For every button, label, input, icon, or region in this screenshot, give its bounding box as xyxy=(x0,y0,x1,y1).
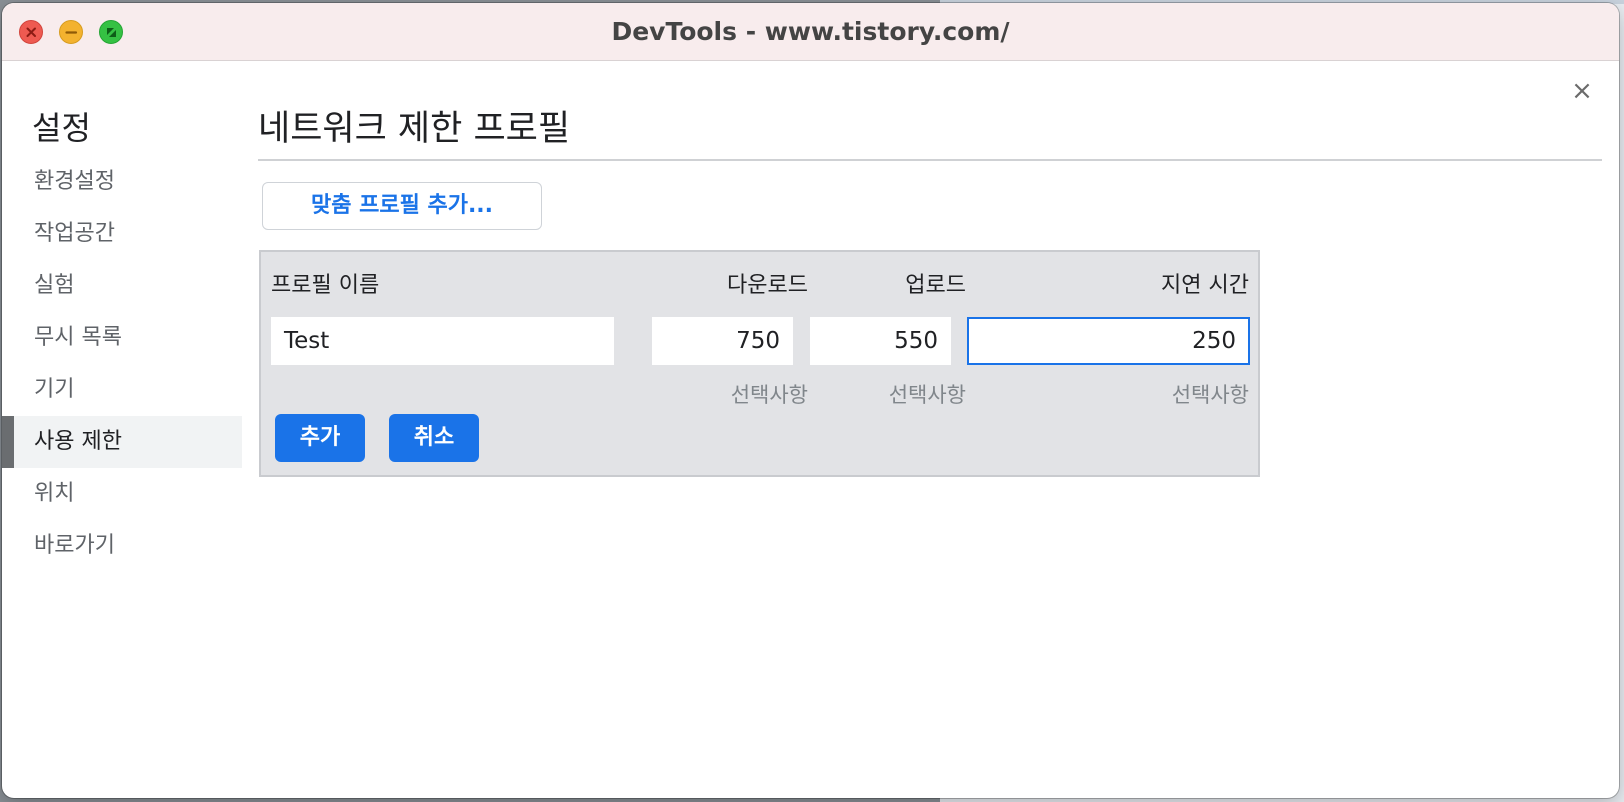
sidebar-item-ignore-list[interactable]: 무시 목록 xyxy=(2,312,242,364)
sidebar-item-preferences[interactable]: 환경설정 xyxy=(2,156,242,208)
upload-optional-hint: 선택사항 xyxy=(888,383,966,407)
sidebar-item-locations[interactable]: 위치 xyxy=(2,468,242,520)
header-profile-name: 프로필 이름 xyxy=(271,273,380,298)
sidebar-item-shortcuts[interactable]: 바로가기 xyxy=(2,520,242,572)
header-upload: 업로드 xyxy=(905,273,966,298)
latency-optional-hint: 선택사항 xyxy=(1171,383,1249,407)
sidebar-item-devices[interactable]: 기기 xyxy=(2,364,242,416)
header-latency: 지연 시간 xyxy=(1161,273,1249,298)
settings-window: DevTools - www.tistory.com/ × 설정 환경설정 작업… xyxy=(2,3,1619,798)
page-title: 네트워크 제한 프로필 xyxy=(258,109,571,149)
profile-editor: 프로필 이름 다운로드 업로드 지연 시간 Test 750 550 250 선… xyxy=(259,250,1260,477)
title-divider xyxy=(258,159,1602,161)
sidebar-item-workspace[interactable]: 작업공간 xyxy=(2,208,242,260)
add-custom-profile-button[interactable]: 맞춤 프로필 추가... xyxy=(262,182,542,230)
upload-input[interactable]: 550 xyxy=(810,317,951,365)
header-download: 다운로드 xyxy=(727,273,808,298)
cancel-button[interactable]: 취소 xyxy=(389,414,479,462)
sidebar-item-experiments[interactable]: 실험 xyxy=(2,260,242,312)
sidebar-title: 설정 xyxy=(32,109,91,147)
profile-name-input[interactable]: Test xyxy=(271,317,614,365)
sidebar-item-throttling[interactable]: 사용 제한 xyxy=(2,416,242,468)
add-button[interactable]: 추가 xyxy=(275,414,365,462)
download-optional-hint: 선택사항 xyxy=(730,383,808,407)
close-settings-icon[interactable]: × xyxy=(1570,78,1594,104)
download-input[interactable]: 750 xyxy=(652,317,793,365)
title-bar: DevTools - www.tistory.com/ xyxy=(2,3,1619,61)
window-title: DevTools - www.tistory.com/ xyxy=(611,17,1010,46)
settings-sidebar: 환경설정 작업공간 실험 무시 목록 기기 사용 제한 위치 바로가기 xyxy=(2,156,242,572)
latency-input[interactable]: 250 xyxy=(967,317,1250,365)
